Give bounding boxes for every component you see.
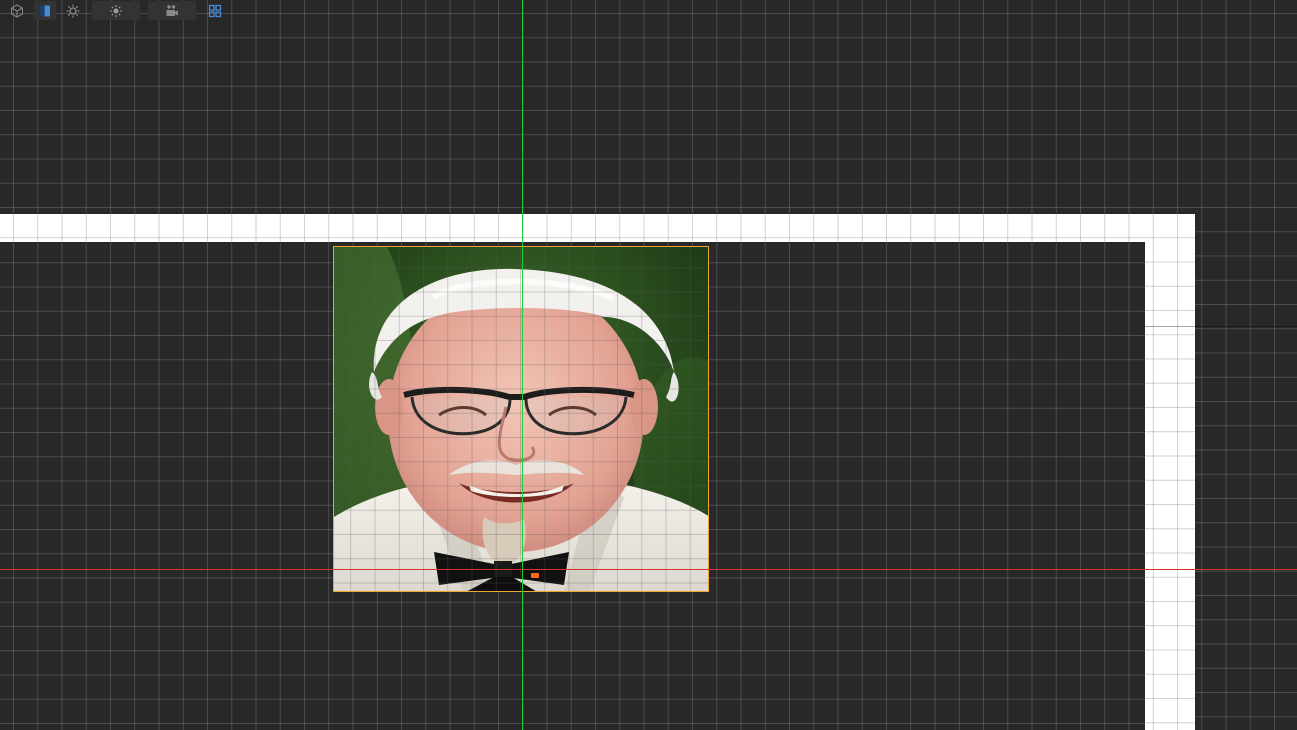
viewport-toolbar bbox=[0, 0, 240, 22]
camera-icon bbox=[166, 4, 178, 16]
layout-button[interactable] bbox=[204, 1, 226, 20]
horizontal-guide[interactable] bbox=[0, 569, 1297, 570]
grid-icon bbox=[208, 4, 222, 17]
editor-viewport[interactable] bbox=[0, 0, 1297, 730]
selected-photo-layer[interactable] bbox=[333, 246, 709, 592]
lighting-button[interactable] bbox=[62, 1, 84, 20]
exposure-button[interactable] bbox=[92, 1, 140, 20]
anchor-point-marker[interactable] bbox=[531, 573, 539, 578]
cube-icon bbox=[11, 3, 23, 18]
cube-view-button[interactable] bbox=[6, 1, 28, 20]
split-view-button[interactable] bbox=[34, 1, 56, 20]
sun-icon bbox=[110, 4, 122, 17]
vertical-guide[interactable] bbox=[522, 0, 523, 730]
frame-divider bbox=[1145, 326, 1297, 327]
light-icon bbox=[66, 4, 80, 17]
camera-button[interactable] bbox=[148, 1, 196, 20]
split-view-icon bbox=[40, 5, 50, 16]
